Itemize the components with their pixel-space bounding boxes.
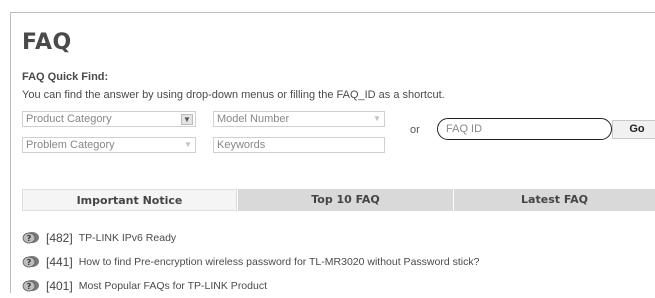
product-category-select[interactable]: Product Category ▼ [22,111,196,127]
list-item[interactable]: ? [482] TP-LINK IPv6 Ready [22,226,479,250]
model-number-value: Model Number [217,113,290,125]
product-category-value: Product Category [26,113,112,125]
question-bubble-icon: ? [22,232,39,244]
faq-id: [482] [46,231,73,245]
problem-category-value: Problem Category [26,139,115,151]
svg-text:?: ? [27,258,32,267]
svg-text:?: ? [27,282,32,291]
model-number-select[interactable]: Model Number ▼ [213,111,385,127]
quick-find-label: FAQ Quick Find: [22,71,109,83]
faq-title-link[interactable]: TP-LINK IPv6 Ready [79,232,176,244]
quick-find-description: You can find the answer by using drop-do… [22,89,445,101]
tab-latest-faq[interactable]: Latest FAQ [453,189,655,211]
faq-title-link[interactable]: Most Popular FAQs for TP-LINK Product [79,280,267,292]
page-title: FAQ [22,30,72,55]
faq-id: [401] [46,279,73,293]
keywords-placeholder: Keywords [217,139,266,151]
go-button[interactable]: Go [612,120,655,139]
or-separator: or [410,124,420,136]
keywords-input[interactable]: Keywords [213,137,385,153]
faq-id: [441] [46,255,73,269]
faq-list: ? [482] TP-LINK IPv6 Ready ? [441] How t… [22,226,479,298]
tab-important-notice[interactable]: Important Notice [22,189,237,211]
svg-text:?: ? [27,234,32,243]
faq-tabs: Important Notice Top 10 FAQ Latest FAQ [22,189,655,211]
list-item[interactable]: ? [401] Most Popular FAQs for TP-LINK Pr… [22,274,479,298]
faq-id-input[interactable]: FAQ ID [437,118,612,140]
tab-top-10-faq[interactable]: Top 10 FAQ [237,189,453,211]
chevron-down-icon: ▼ [373,114,381,123]
problem-category-select[interactable]: Problem Category ▼ [22,137,196,153]
question-bubble-icon: ? [22,256,39,268]
chevron-down-icon: ▼ [181,114,193,125]
question-bubble-icon: ? [22,280,39,292]
list-item[interactable]: ? [441] How to find Pre-encryption wirel… [22,250,479,274]
faq-title-link[interactable]: How to find Pre-encryption wireless pass… [79,256,480,268]
chevron-down-icon: ▼ [184,140,192,149]
faq-id-placeholder: FAQ ID [446,123,483,135]
